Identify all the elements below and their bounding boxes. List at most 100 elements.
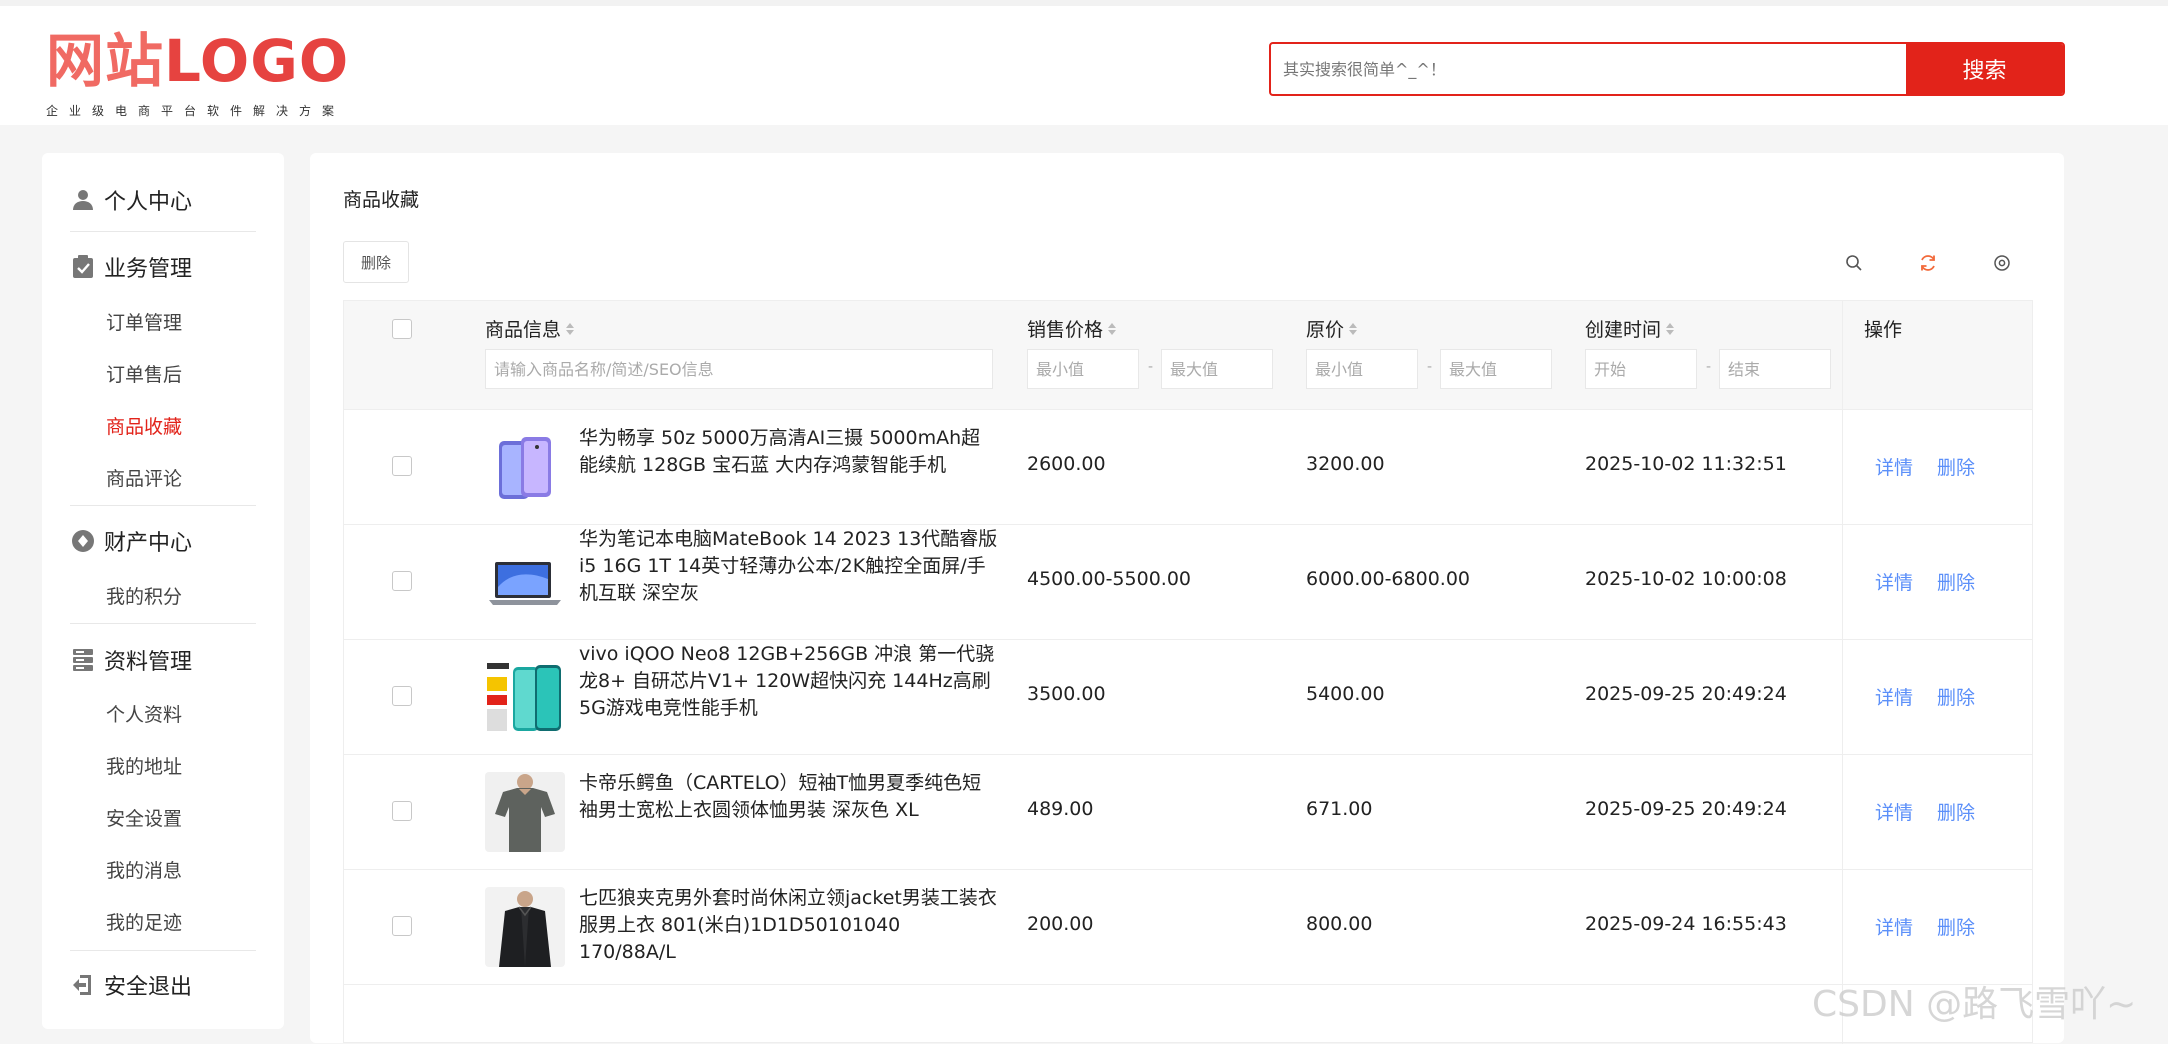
sidebar-item-points[interactable]: 我的积分: [106, 582, 182, 612]
detail-link[interactable]: 详情: [1875, 683, 1913, 710]
sidebar-item-security[interactable]: 安全设置: [106, 804, 182, 834]
user-icon: [70, 187, 96, 213]
original-price: 5400.00: [1306, 683, 1385, 705]
jacket-image[interactable]: [485, 887, 565, 967]
sidebar: 个人中心 业务管理 订单管理 订单售后 商品收藏 商品评论 财产中心 我的积分: [42, 153, 284, 1029]
sidebar-group-label: 个人中心: [104, 190, 193, 215]
logo-tagline: 企业级电商平台软件解决方案: [46, 104, 346, 118]
row-checkbox[interactable]: [392, 801, 412, 821]
delete-link[interactable]: 删除: [1937, 683, 1975, 710]
logo-text: 网站LOGO: [46, 27, 350, 95]
sale-price: 3500.00: [1027, 683, 1106, 705]
product-filter-input[interactable]: [485, 349, 993, 389]
product-name[interactable]: 华为笔记本电脑MateBook 14 2023 13代酷睿版 i5 16G 1T…: [579, 526, 999, 607]
original-price: 671.00: [1306, 798, 1373, 820]
sidebar-item-personal-info[interactable]: 个人资料: [106, 700, 182, 730]
sidebar-group-label: 安全退出: [104, 975, 193, 1000]
sidebar-group-profile-data[interactable]: 资料管理: [70, 640, 256, 680]
watermark-text: CSDN @路飞雪吖~: [1812, 984, 2137, 1025]
row-checkbox[interactable]: [392, 571, 412, 591]
created-time: 2025-10-02 10:00:08: [1585, 568, 1787, 590]
search-input[interactable]: [1271, 44, 1907, 94]
sidebar-logout[interactable]: 安全退出: [70, 965, 256, 1005]
range-separator: -: [1148, 359, 1154, 375]
main-panel: 商品收藏 删除 商品信息 销售价格 - 原价 - 创建时间 - 操作: [310, 153, 2064, 1044]
sale-price: 2600.00: [1027, 453, 1106, 475]
detail-link[interactable]: 详情: [1875, 913, 1913, 940]
delete-link[interactable]: 删除: [1937, 453, 1975, 480]
original-price: 6000.00-6800.00: [1306, 568, 1470, 590]
sidebar-item-favorites[interactable]: 商品收藏: [106, 412, 182, 442]
divider: [70, 505, 256, 506]
row-checkbox[interactable]: [392, 686, 412, 706]
sidebar-group-profile[interactable]: 个人中心: [70, 180, 256, 220]
sort-icon[interactable]: [1665, 322, 1675, 336]
column-header-product[interactable]: 商品信息: [485, 315, 575, 342]
sidebar-group-business[interactable]: 业务管理: [70, 247, 256, 287]
sort-icon[interactable]: [565, 322, 575, 336]
date-start-input[interactable]: [1585, 349, 1697, 389]
product-name[interactable]: 华为畅享 50z 5000万高清AI三摄 5000mAh超能续航 128GB 宝…: [579, 425, 999, 479]
table-row: 七匹狼夹克男外套时尚休闲立领jacket男装工装衣服男上衣 801(米白)1D1…: [344, 869, 2032, 985]
sidebar-item-reviews[interactable]: 商品评论: [106, 464, 182, 494]
sort-icon[interactable]: [1107, 322, 1117, 336]
sidebar-item-messages[interactable]: 我的消息: [106, 856, 182, 886]
range-separator: -: [1706, 359, 1712, 375]
delete-link[interactable]: 删除: [1937, 798, 1975, 825]
column-header-created[interactable]: 创建时间: [1585, 315, 1675, 342]
delete-link[interactable]: 删除: [1937, 913, 1975, 940]
site-logo[interactable]: 网站LOGO 企业级电商平台软件解决方案: [46, 26, 349, 119]
search-button[interactable]: 搜索: [1906, 44, 2063, 94]
created-time: 2025-09-25 20:49:24: [1585, 798, 1787, 820]
sale-price: 4500.00-5500.00: [1027, 568, 1191, 590]
divider: [70, 950, 256, 951]
divider: [70, 623, 256, 624]
range-separator: -: [1427, 359, 1433, 375]
detail-link[interactable]: 详情: [1875, 453, 1913, 480]
sidebar-item-footprints[interactable]: 我的足迹: [106, 908, 182, 938]
sidebar-item-orders[interactable]: 订单管理: [106, 308, 182, 338]
product-name[interactable]: 七匹狼夹克男外套时尚休闲立领jacket男装工装衣服男上衣 801(米白)1D1…: [579, 885, 999, 966]
phone-image[interactable]: [485, 427, 565, 507]
date-end-input[interactable]: [1719, 349, 1831, 389]
row-checkbox[interactable]: [392, 916, 412, 936]
column-header-original-price[interactable]: 原价: [1306, 315, 1358, 342]
created-time: 2025-10-02 11:32:51: [1585, 453, 1787, 475]
original-max-input[interactable]: [1440, 349, 1552, 389]
wallet-icon: [70, 528, 96, 554]
detail-link[interactable]: 详情: [1875, 798, 1913, 825]
logout-icon: [70, 972, 96, 998]
table-header: 商品信息 销售价格 - 原价 - 创建时间 - 操作: [344, 301, 2032, 410]
settings-icon[interactable]: [1988, 249, 2016, 277]
table-row: vivo iQOO Neo8 12GB+256GB 冲浪 第一代骁龙8+ 自研芯…: [344, 639, 2032, 755]
database-icon: [70, 647, 96, 673]
sidebar-group-assets[interactable]: 财产中心: [70, 521, 256, 561]
sidebar-item-after-sales[interactable]: 订单售后: [106, 360, 182, 390]
page-title: 商品收藏: [343, 189, 420, 211]
detail-link[interactable]: 详情: [1875, 568, 1913, 595]
price-max-input[interactable]: [1161, 349, 1273, 389]
divider: [70, 231, 256, 232]
column-header-actions: 操作: [1864, 319, 1903, 341]
refresh-icon[interactable]: [1914, 249, 1942, 277]
bulk-delete-button[interactable]: 删除: [343, 241, 409, 283]
sort-icon[interactable]: [1348, 322, 1358, 336]
row-checkbox[interactable]: [392, 456, 412, 476]
sidebar-group-label: 资料管理: [104, 650, 193, 675]
search-icon[interactable]: [1840, 249, 1868, 277]
search-bar: 搜索: [1269, 42, 2065, 96]
delete-link[interactable]: 删除: [1937, 568, 1975, 595]
clipboard-icon: [70, 254, 96, 280]
laptop-image[interactable]: [485, 542, 565, 622]
tshirt-image[interactable]: [485, 772, 565, 852]
price-min-input[interactable]: [1027, 349, 1139, 389]
top-header: 网站LOGO 企业级电商平台软件解决方案 搜索: [0, 0, 2168, 125]
original-min-input[interactable]: [1306, 349, 1418, 389]
product-name[interactable]: 卡帝乐鳄鱼（CARTELO）短袖T恤男夏季纯色短袖男士宽松上衣圆领体恤男装 深灰…: [579, 770, 999, 824]
sidebar-item-address[interactable]: 我的地址: [106, 752, 182, 782]
column-header-price[interactable]: 销售价格: [1027, 315, 1117, 342]
vivo-phone-image[interactable]: [485, 657, 565, 737]
table-row: 华为畅享 50z 5000万高清AI三摄 5000mAh超能续航 128GB 宝…: [344, 409, 2032, 525]
product-name[interactable]: vivo iQOO Neo8 12GB+256GB 冲浪 第一代骁龙8+ 自研芯…: [579, 641, 999, 722]
select-all-checkbox[interactable]: [392, 319, 412, 339]
